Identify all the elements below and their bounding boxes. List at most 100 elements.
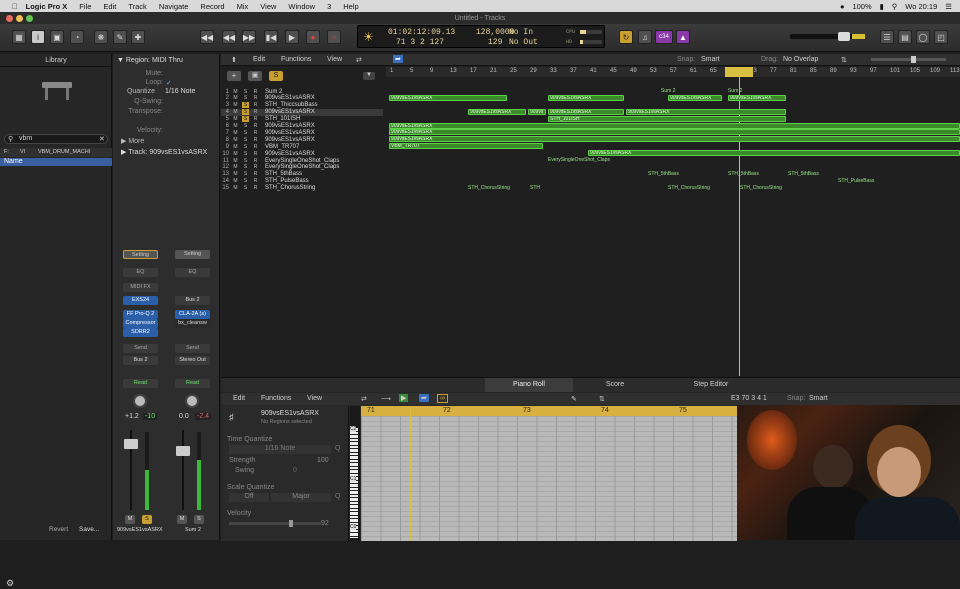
gear-icon[interactable]: ⚙ (6, 578, 14, 589)
mute-button[interactable]: M (232, 130, 239, 136)
library-search[interactable]: ⚲ vbm ✕ (4, 134, 108, 144)
back-icon[interactable]: ⬆ (231, 56, 237, 64)
midi-region[interactable]: 909vsES1vsASRX (389, 94, 507, 101)
menu-file[interactable]: File (79, 2, 91, 11)
solo-button[interactable]: S (242, 158, 249, 164)
track-name[interactable]: VBM_TR707 (265, 144, 299, 150)
lcd-display[interactable]: ☀ 01:02:12:09.13 71 3 2 127 128,0000 129… (357, 25, 605, 48)
eq-button-1[interactable]: EQ (123, 268, 158, 277)
midi-region[interactable]: Sum 2 (728, 88, 778, 94)
plugin-slot-2a[interactable]: CLA-2A (s) (175, 310, 210, 319)
quantize-value[interactable]: 1/16 Note (165, 88, 195, 95)
automation-mode-1[interactable]: Read (123, 379, 158, 388)
editors-icon[interactable]: ✎ (113, 30, 127, 44)
midi-region[interactable]: STH_ChorusString (668, 185, 722, 191)
midi-region[interactable]: STH_5thBass (648, 171, 708, 177)
record-enable-button[interactable]: R (252, 158, 259, 164)
solo-button-1[interactable]: S (142, 515, 152, 524)
velocity-slider[interactable] (229, 520, 321, 527)
mute-button[interactable]: M (232, 102, 239, 108)
catch-icon[interactable]: ⇄ (356, 56, 362, 64)
midi-out-icon[interactable]: ⇄ (361, 395, 367, 403)
track-name[interactable]: 909vsES1vsASRX (265, 109, 315, 115)
menu-window[interactable]: Window (288, 2, 315, 11)
waveform-zoom-icon[interactable]: ⇅ (841, 56, 847, 64)
mute-button[interactable]: M (232, 151, 239, 157)
mute-button[interactable]: M (232, 89, 239, 95)
mixer-icon[interactable]: ❋ (94, 30, 108, 44)
playhead[interactable] (739, 77, 740, 376)
midi-region[interactable]: STH (530, 185, 550, 191)
piano-keyboard[interactable]: C2 C1 C0 (350, 406, 360, 541)
midi-region[interactable]: VBM_TR707 (389, 143, 543, 150)
mute-button[interactable]: M (232, 178, 239, 184)
tracks-functions-menu[interactable]: Functions (281, 56, 311, 63)
revert-button[interactable]: Revert (49, 526, 68, 533)
midi-region[interactable]: 909vsES1vsASRX (468, 108, 526, 115)
close-icon[interactable] (6, 15, 13, 22)
solo-button[interactable]: S (242, 144, 249, 150)
record-enable-button[interactable]: R (252, 102, 259, 108)
track-name[interactable]: STH_ChorusString (265, 185, 315, 191)
record-icon[interactable]: ● (306, 30, 320, 44)
editor-ruler[interactable]: 71 72 73 74 75 (361, 406, 737, 416)
capture-record-icon[interactable]: ○ (327, 30, 341, 44)
solo-button[interactable]: S (242, 185, 249, 191)
midi-region[interactable]: 909vsES1vsASRX (389, 136, 960, 143)
strength-value[interactable]: 100 (317, 457, 329, 464)
output-slot-2[interactable]: Stereo Out (175, 356, 210, 365)
mute-button[interactable]: M (232, 109, 239, 115)
zoom-slider[interactable] (871, 56, 946, 63)
play-icon[interactable]: ▶ (285, 30, 299, 44)
menu-view[interactable]: View (260, 2, 276, 11)
velocity-value[interactable]: 92 (321, 520, 329, 527)
smart-controls-icon[interactable]: ◔ (70, 30, 84, 44)
midi-region[interactable]: 909vs (528, 108, 546, 115)
record-enable-button[interactable]: R (252, 178, 259, 184)
input-slot-2[interactable]: Bus 2 (175, 296, 210, 305)
midi-region[interactable]: Sum 2 (661, 88, 731, 94)
tuner-icon[interactable]: ♫ (638, 30, 652, 44)
track-name[interactable]: STH_ThiccsubBass (265, 102, 318, 108)
scale-quantize-q-button[interactable]: Q (335, 493, 340, 500)
track-name[interactable]: STH_101ISH (265, 116, 300, 122)
solo-button[interactable]: S (242, 151, 249, 157)
track-name[interactable]: 909vsES1vsASRX (265, 123, 315, 129)
mute-button-1[interactable]: M (125, 515, 135, 524)
list-editor-icon[interactable]: ☰ (880, 30, 894, 44)
midi-region[interactable]: STH_PulseBass (838, 178, 898, 184)
midi-region[interactable]: STH_ChorusString (468, 185, 528, 191)
bar-ruler[interactable]: 1591317212529333741454953576165697377818… (386, 67, 960, 77)
autozoom-icon[interactable]: ✚ (131, 30, 145, 44)
snap-select[interactable]: Smart (701, 56, 720, 63)
clear-search-icon[interactable]: ✕ (99, 135, 105, 143)
midi-region[interactable]: 909vsES1vsASRX (548, 108, 624, 115)
editor-functions-menu[interactable]: Functions (261, 395, 291, 402)
track-name[interactable]: Sum 2 (265, 89, 282, 95)
loop-checkbox[interactable]: ✓ (166, 79, 172, 87)
solo-button[interactable]: S (242, 164, 249, 170)
library-icon[interactable]: ▦ (12, 30, 26, 44)
loop-browser-icon[interactable]: ◯ (916, 30, 930, 44)
send-slot-2[interactable]: Send (175, 344, 210, 353)
solo-button[interactable]: S (242, 102, 249, 109)
editor-pointer-tool-icon[interactable]: ➦ (419, 394, 429, 402)
menu-edit[interactable]: Edit (103, 2, 116, 11)
record-enable-button[interactable]: R (252, 151, 259, 157)
link-icon[interactable]: ∞ (437, 394, 448, 403)
record-enable-button[interactable]: R (252, 89, 259, 95)
midi-region[interactable]: STH_ChorusString (740, 185, 790, 191)
record-enable-button[interactable]: R (252, 164, 259, 170)
mute-button-2[interactable]: M (177, 515, 187, 524)
solo-button[interactable]: S (242, 178, 249, 184)
mute-button[interactable]: M (232, 164, 239, 170)
track-header-menu-icon[interactable]: ▼ (363, 72, 375, 80)
scale-quantize-major[interactable]: Major (271, 493, 331, 502)
instrument-slot-1[interactable]: EXS24 (123, 296, 158, 305)
record-enable-button[interactable]: R (252, 116, 259, 122)
solo-button[interactable]: S (242, 116, 249, 123)
master-volume-knob[interactable] (838, 32, 850, 41)
path-f[interactable]: F: (4, 149, 9, 155)
save-button[interactable]: Save... (79, 526, 99, 533)
swing-value[interactable]: 0 (293, 467, 297, 474)
